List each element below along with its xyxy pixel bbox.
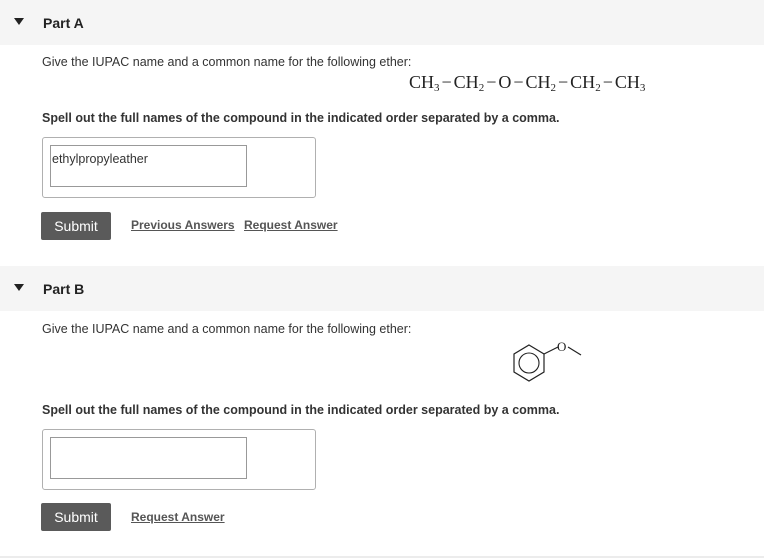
- part-b-request-answer-link[interactable]: Request Answer: [131, 510, 225, 524]
- part-a-answer-box: [42, 137, 316, 198]
- collapse-caret-icon[interactable]: [14, 18, 24, 25]
- part-b-title: Part B: [43, 280, 85, 297]
- aromatic-circle: [518, 352, 540, 374]
- collapse-caret-icon[interactable]: [14, 284, 24, 291]
- ether-formula: CH3− CH2− O − CH2− CH2− CH3: [409, 72, 646, 94]
- oxygen-atom-label: O: [557, 339, 566, 354]
- part-a-request-answer-link[interactable]: Request Answer: [244, 218, 338, 232]
- part-a-instruction: Spell out the full names of the compound…: [42, 111, 560, 125]
- part-a-title: Part A: [43, 14, 84, 31]
- bottom-divider: [0, 556, 764, 558]
- part-b-instruction: Spell out the full names of the compound…: [42, 403, 560, 417]
- part-b-answer-input[interactable]: [50, 437, 247, 479]
- part-a-answer-input[interactable]: [50, 145, 247, 187]
- aryl-oxygen-bond: [543, 346, 559, 355]
- part-b-header[interactable]: Part B: [0, 266, 764, 311]
- anisole-structure: O: [513, 339, 582, 382]
- part-a-header[interactable]: Part A: [0, 0, 764, 45]
- part-b-answer-box: [42, 429, 316, 490]
- part-b-submit-button[interactable]: Submit: [41, 503, 111, 531]
- part-a-prompt: Give the IUPAC name and a common name fo…: [42, 55, 412, 69]
- part-a-submit-button[interactable]: Submit: [41, 212, 111, 240]
- previous-answers-link[interactable]: Previous Answers: [131, 218, 235, 232]
- part-b-prompt: Give the IUPAC name and a common name fo…: [42, 322, 412, 336]
- methyl-bond: [567, 346, 582, 356]
